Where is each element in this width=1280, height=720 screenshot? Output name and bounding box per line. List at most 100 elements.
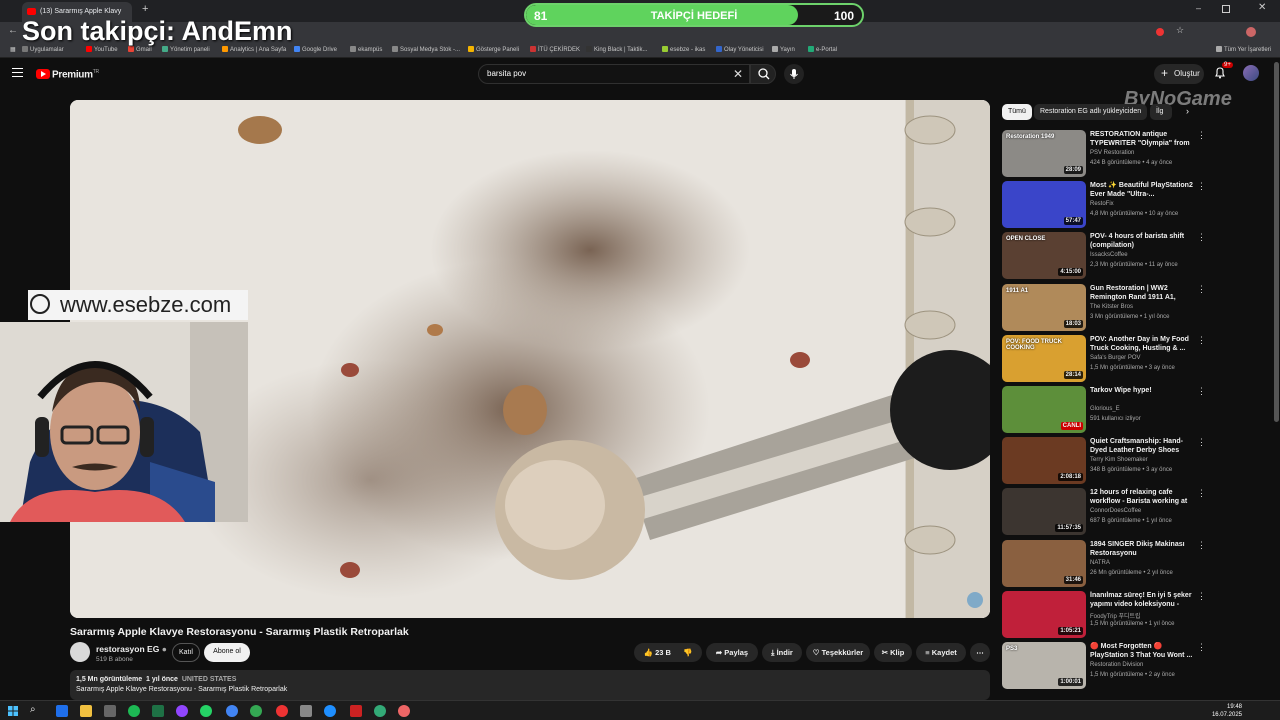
video-thumbnail[interactable]: 11:57:35 <box>1002 488 1086 535</box>
recommended-channel[interactable]: The Kitster Bros <box>1090 304 1133 310</box>
app-taskbar-icon[interactable] <box>398 705 410 717</box>
recommended-channel[interactable]: ConnorDoesCoffee <box>1090 508 1141 514</box>
recommended-video[interactable]: 11:57:35 12 hours of relaxing cafe workfl… <box>1002 488 1206 536</box>
bookmark-item[interactable]: Yönetim paneli <box>162 46 210 53</box>
video-thumbnail[interactable]: 31:46 <box>1002 540 1086 587</box>
video-thumbnail[interactable]: 57:47 <box>1002 181 1086 228</box>
recommended-title[interactable]: Gun Restoration | WW2 Remington Rand 191… <box>1090 284 1194 302</box>
recommended-channel[interactable]: Terry Kim Shoemaker <box>1090 457 1148 463</box>
channel-avatar[interactable] <box>70 642 90 662</box>
recommended-channel[interactable]: IssacksCoffee <box>1090 252 1128 258</box>
dislike-icon[interactable]: 👎 <box>683 648 692 657</box>
back-icon[interactable]: ← <box>8 25 18 36</box>
app-taskbar-icon[interactable] <box>300 705 312 717</box>
recommended-video[interactable]: CANLI Tarkov Wipe hype! Glorious_E 591 kull… <box>1002 386 1206 434</box>
recommended-video[interactable]: Restoration 1949 28:09 RESTORATION antique… <box>1002 130 1206 178</box>
more-options-icon[interactable]: ⋮ <box>1197 642 1206 653</box>
recommended-title[interactable]: Most ✨ Beautiful PlayStation2 Ever Made … <box>1090 181 1194 199</box>
more-options-icon[interactable]: ⋮ <box>1197 130 1206 141</box>
hamburger-menu-icon[interactable] <box>12 68 23 77</box>
recommended-title[interactable]: 12 hours of relaxing cafe workflow - Bar… <box>1090 488 1194 506</box>
bookmark-item[interactable]: ekampüs <box>350 46 382 53</box>
bookmark-item[interactable]: Yayın <box>772 46 795 53</box>
more-options-icon[interactable]: ⋮ <box>1197 181 1206 192</box>
new-tab-icon[interactable]: + <box>142 3 148 15</box>
recommended-video[interactable]: POV: FOOD TRUCK COOKING 28:14 POV: Another… <box>1002 335 1206 383</box>
youtube-logo-text[interactable]: PremiumTR <box>52 69 99 80</box>
chrome-icon[interactable] <box>250 705 262 717</box>
app-taskbar-icon[interactable] <box>374 705 386 717</box>
chip-from-uploader[interactable]: Restoration EG adlı yükleyiciden <box>1034 104 1148 120</box>
video-thumbnail[interactable]: PS3 1:00:01 <box>1002 642 1086 689</box>
more-options-icon[interactable]: ⋮ <box>1197 540 1206 551</box>
recommended-title[interactable]: POV- 4 hours of barista shift (compilati… <box>1090 232 1194 250</box>
recommended-channel[interactable]: Restoration Division <box>1090 662 1143 668</box>
chevron-right-icon[interactable]: › <box>1186 106 1189 116</box>
minimize-icon[interactable]: – <box>1196 3 1201 13</box>
subscribe-button[interactable]: Abone ol <box>204 643 250 662</box>
bookmark-item[interactable]: Google Drive <box>294 46 337 53</box>
clip-button[interactable]: ✂ Klip <box>874 643 912 662</box>
bookmark-item[interactable]: esebze - ikas <box>662 46 705 53</box>
video-thumbnail[interactable]: 1:05:21 <box>1002 591 1086 638</box>
obs-icon[interactable] <box>176 705 188 717</box>
windows-start-icon[interactable] <box>8 706 18 716</box>
bookmark-star-icon[interactable]: ☆ <box>1176 25 1184 36</box>
recommended-channel[interactable]: FoodyTrip 푸디트립 <box>1090 611 1141 620</box>
bookmark-item[interactable]: e-Portal <box>808 46 837 53</box>
apps-grid-icon[interactable]: ▦ <box>10 46 16 53</box>
search-taskbar-icon[interactable]: ⌕ <box>30 704 36 715</box>
app-taskbar-icon[interactable] <box>56 705 68 717</box>
opera-icon[interactable] <box>276 705 288 717</box>
bookmark-item[interactable]: Olay Yöneticisi <box>716 46 764 53</box>
video-thumbnail[interactable]: OPEN CLOSE 4:15:00 <box>1002 232 1086 279</box>
bookmark-item[interactable]: King Black | Taktik... <box>586 46 647 53</box>
close-icon[interactable]: ✕ <box>1258 2 1266 13</box>
video-thumbnail[interactable]: POV: FOOD TRUCK COOKING 28:14 <box>1002 335 1086 382</box>
app-taskbar-icon[interactable] <box>104 705 116 717</box>
chip-related[interactable]: İlg <box>1150 104 1172 120</box>
download-button[interactable]: ⤓ İndir <box>762 643 802 662</box>
whatsapp-icon[interactable] <box>200 705 212 717</box>
more-options-icon[interactable]: ⋮ <box>1197 284 1206 295</box>
more-options-icon[interactable]: ⋮ <box>1197 437 1206 448</box>
all-bookmarks[interactable]: Tüm Yer İşaretleri <box>1216 46 1271 53</box>
youtube-logo-icon[interactable] <box>36 69 50 79</box>
taskbar-clock[interactable]: 19:48 16.07.2025 <box>1212 703 1242 719</box>
more-options-icon[interactable]: ⋮ <box>1197 232 1206 243</box>
description-box[interactable]: 1,5 Mn görüntüleme 1 yıl önce UNITED STA… <box>70 670 990 700</box>
recommended-video[interactable]: 1:05:21 İnanılmaz süreç! En iyi 5 şeker y… <box>1002 591 1206 639</box>
recommended-title[interactable]: Tarkov Wipe hype! <box>1090 386 1194 395</box>
create-button[interactable]: + Oluştur <box>1154 64 1204 84</box>
join-button[interactable]: Katıl <box>172 643 200 662</box>
excel-icon[interactable] <box>152 705 164 717</box>
recommended-video[interactable]: 31:46 1894 SINGER Dikiş Makinası Restoras… <box>1002 540 1206 588</box>
recommended-title[interactable]: Quiet Craftsmanship: Hand-Dyed Leather D… <box>1090 437 1194 455</box>
share-button[interactable]: ➦ Paylaş <box>706 643 758 662</box>
like-icon[interactable]: 👍 <box>644 648 653 657</box>
more-options-icon[interactable]: ⋮ <box>1197 335 1206 346</box>
extension-icon[interactable] <box>1156 28 1164 36</box>
search-input[interactable] <box>487 69 717 78</box>
app-taskbar-icon[interactable] <box>350 705 362 717</box>
recommended-channel[interactable]: PSV Restoration <box>1090 150 1134 156</box>
account-avatar[interactable] <box>1243 65 1259 81</box>
chrome-icon[interactable] <box>226 705 238 717</box>
maximize-icon[interactable] <box>1222 5 1230 13</box>
bookmark-item[interactable]: Gmail <box>128 46 152 53</box>
bookmark-item[interactable]: Analytics | Ana Sayfa <box>222 46 286 53</box>
recommended-title[interactable]: 🔴 Most Forgotten 🔴 PlayStation 3 That Yo… <box>1090 642 1194 660</box>
video-thumbnail[interactable]: 1911 A1 18:03 <box>1002 284 1086 331</box>
page-scrollbar[interactable] <box>1274 62 1279 422</box>
recommended-video[interactable]: OPEN CLOSE 4:15:00 POV- 4 hours of barista… <box>1002 232 1206 280</box>
recommended-title[interactable]: İnanılmaz süreç! En iyi 5 şeker yapımı v… <box>1090 591 1194 609</box>
recommended-title[interactable]: RESTORATION antique TYPEWRITER "Olympia"… <box>1090 130 1194 148</box>
profile-icon[interactable] <box>1246 27 1256 37</box>
save-button[interactable]: ≡ Kaydet <box>916 643 966 662</box>
bookmark-item[interactable]: Uygulamalar <box>22 46 64 53</box>
file-explorer-icon[interactable] <box>80 705 92 717</box>
thanks-button[interactable]: ♡ Teşekkürler <box>806 643 870 662</box>
bookmark-item[interactable]: İTÜ ÇEKİRDEK <box>530 46 580 53</box>
voice-search-button[interactable] <box>784 64 804 84</box>
search-button[interactable] <box>750 64 776 84</box>
